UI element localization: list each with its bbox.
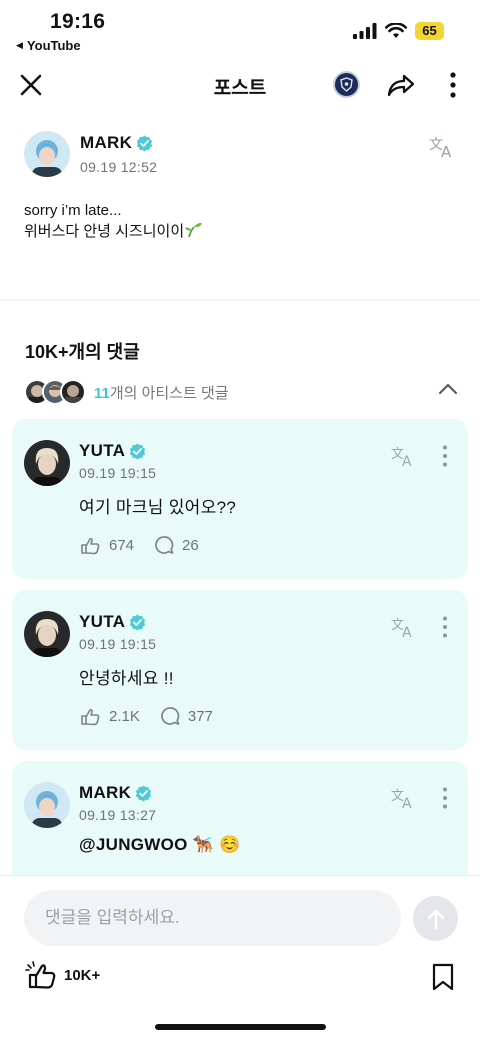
svg-text:A: A: [402, 625, 412, 638]
comment-input[interactable]: [24, 890, 401, 946]
status-bar: 19:16 ◀ YouTube 65: [0, 0, 480, 58]
comment-timestamp: 09.19 19:15: [79, 636, 157, 652]
comment-text: 안녕하세요 !!: [79, 669, 174, 688]
post-like-button[interactable]: 10K+: [25, 960, 100, 990]
comment-bubble-icon: [161, 707, 180, 725]
home-indicator: [155, 1024, 326, 1030]
comment-card: YUTA 09.19 19:15 文 A 여기 마크님 있어오?? 674 26: [12, 419, 468, 579]
arrow-up-icon: [427, 909, 444, 929]
author-name-row: MARK: [80, 133, 157, 153]
post-text-line-2-row: 위버스다 안녕 시즈니이이: [24, 221, 203, 242]
avatar[interactable]: [24, 440, 70, 486]
comment-timestamp: 09.19 19:15: [79, 465, 157, 481]
avatar[interactable]: [24, 611, 70, 657]
more-options-icon[interactable]: [442, 445, 448, 467]
battery-indicator: 65: [415, 22, 444, 40]
signal-icon: [353, 23, 377, 39]
comment-author-info: MARK 09.19 13:27: [79, 783, 156, 823]
back-app-label: YouTube: [26, 38, 81, 53]
comment-text: 여기 마크님 있어오??: [79, 498, 237, 517]
more-options-icon[interactable]: [448, 72, 458, 98]
translate-icon[interactable]: 文 A: [391, 787, 417, 809]
reply-button[interactable]: 26: [154, 535, 199, 555]
shield-emblem-icon: [340, 77, 353, 92]
sprout-icon: [185, 222, 203, 238]
post-text-line-1: sorry i’m late...: [24, 202, 122, 219]
reply-count: 377: [187, 707, 213, 725]
comment-author-row: YUTA: [79, 612, 156, 632]
comment-author-name[interactable]: MARK: [79, 783, 131, 803]
mini-avatar: [60, 379, 86, 405]
reply-count: 26: [182, 536, 199, 554]
chevron-up-icon[interactable]: [438, 382, 458, 396]
svg-text:A: A: [402, 796, 412, 809]
comment-author-name[interactable]: YUTA: [79, 441, 125, 461]
section-divider: [0, 299, 480, 301]
comment-text: @JUNGWOO 🐕‍🦺 ☺️: [79, 835, 241, 854]
bookmark-icon[interactable]: [431, 963, 455, 991]
like-button[interactable]: 2.1K: [79, 706, 140, 726]
verified-badge-icon: [130, 614, 146, 630]
back-to-app-link[interactable]: ◀ YouTube: [16, 38, 81, 53]
avatar[interactable]: [24, 131, 70, 177]
cheer-hand-icon: [25, 961, 56, 989]
verified-badge-icon: [137, 135, 153, 151]
comment-card: YUTA 09.19 19:15 文 A 안녕하세요 !! 2.1K 377: [12, 590, 468, 750]
send-button[interactable]: [413, 896, 458, 941]
translate-icon[interactable]: 文 A: [391, 616, 417, 638]
comment-author-info: YUTA 09.19 19:15: [79, 612, 156, 652]
comment-timestamp: 09.19 13:27: [79, 807, 157, 823]
post-like-count: 10K+: [64, 966, 101, 984]
artist-avatar-stack: [24, 379, 86, 405]
wifi-icon: [385, 23, 407, 38]
translate-icon[interactable]: 文 A: [391, 445, 417, 467]
like-count: 2.1K: [109, 707, 140, 725]
artist-comment-count: 11: [94, 384, 110, 402]
post-timestamp: 09.19 12:52: [80, 159, 158, 175]
like-hand-icon: [81, 708, 100, 726]
like-hand-icon: [81, 537, 100, 555]
verified-badge-icon: [136, 785, 152, 801]
translate-icon[interactable]: 文 A: [429, 135, 457, 159]
artist-community-badge-icon[interactable]: [333, 71, 360, 98]
comment-author-row: MARK: [79, 783, 156, 803]
comment-author-info: YUTA 09.19 19:15: [79, 441, 156, 481]
comment-author-row: YUTA: [79, 441, 156, 461]
comment-stats: 2.1K 377: [79, 706, 233, 726]
share-icon[interactable]: [386, 71, 416, 99]
comment-stats: 674 26: [79, 535, 219, 555]
artist-comments-toggle[interactable]: 11개의 아티스트 댓글: [24, 378, 460, 406]
author-name[interactable]: MARK: [80, 133, 132, 153]
post-text-line-2: 위버스다 안녕 시즈니이이: [24, 223, 185, 240]
post-author-header: MARK 09.19 12:52: [24, 131, 157, 177]
reply-button[interactable]: 377: [160, 706, 213, 726]
more-options-icon[interactable]: [442, 616, 448, 638]
status-time: 19:16: [50, 10, 106, 33]
author-info: MARK 09.19 12:52: [80, 131, 157, 177]
comment-bubble-icon: [155, 536, 174, 554]
avatar[interactable]: [24, 782, 70, 828]
svg-text:A: A: [402, 454, 412, 467]
like-count: 674: [109, 536, 135, 554]
comment-author-name[interactable]: YUTA: [79, 612, 125, 632]
verified-badge-icon: [130, 443, 146, 459]
artist-comment-text: 개의 아티스트 댓글: [109, 384, 229, 402]
post-body: sorry i’m late... 위버스다 안녕 시즈니이이: [24, 200, 203, 242]
svg-text:A: A: [441, 143, 452, 159]
back-triangle-icon: ◀: [16, 40, 23, 50]
top-nav: 포스트: [0, 62, 480, 108]
more-options-icon[interactable]: [442, 787, 448, 809]
comment-count-heading: 10K+개의 댓글: [25, 342, 140, 362]
comment-composer: 10K+: [0, 875, 480, 1039]
like-button[interactable]: 674: [79, 535, 134, 555]
artist-comments-label: 11개의 아티스트 댓글: [94, 382, 229, 403]
status-indicators: 65: [353, 22, 444, 40]
